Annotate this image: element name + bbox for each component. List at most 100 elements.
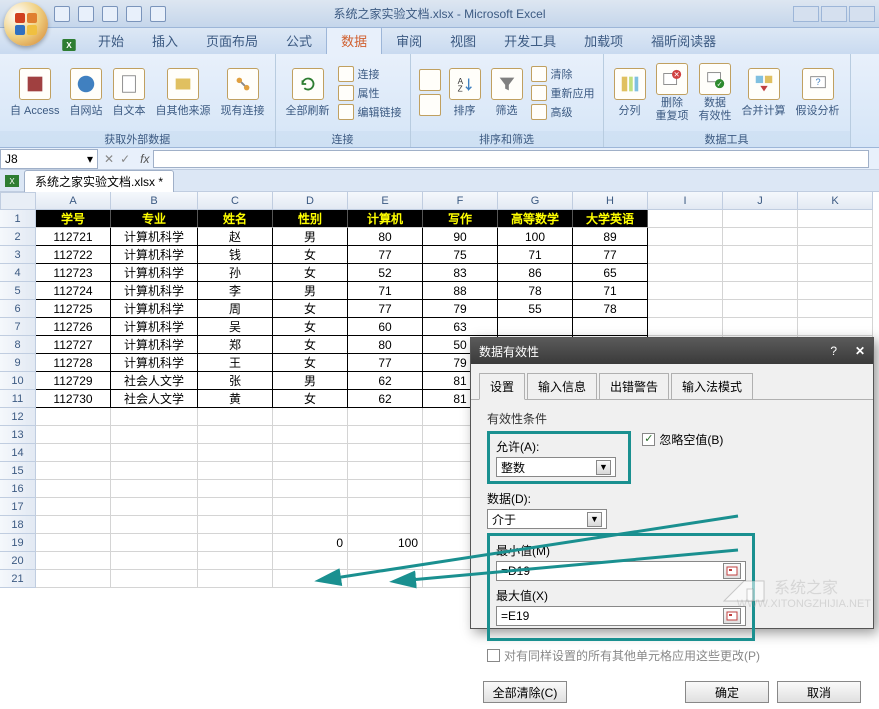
dialog-tab-input[interactable]: 输入信息 [527,373,597,400]
formula-input[interactable] [153,150,869,168]
cell[interactable] [36,534,111,552]
cell[interactable] [723,282,798,300]
cell[interactable]: 80 [348,336,423,354]
dialog-tab-ime[interactable]: 输入法模式 [671,373,753,400]
col-header-G[interactable]: G [498,192,573,210]
tab-pagelayout[interactable]: 页面布局 [192,27,272,54]
cell[interactable] [348,444,423,462]
qat-more-icon[interactable] [150,6,166,22]
cell[interactable] [36,462,111,480]
cell[interactable] [648,246,723,264]
qat-print-icon[interactable] [126,6,142,22]
cell[interactable]: 62 [348,372,423,390]
clear-filter-button[interactable]: 清除 [529,65,597,83]
row-header[interactable]: 7 [0,318,36,336]
col-header-K[interactable]: K [798,192,873,210]
cell[interactable] [573,318,648,336]
cell[interactable] [198,516,273,534]
cancel-button[interactable]: 取消 [777,681,861,703]
cell[interactable]: 女 [273,336,348,354]
cell[interactable]: 黄 [198,390,273,408]
cell[interactable]: 112726 [36,318,111,336]
cell[interactable] [198,462,273,480]
cell[interactable] [36,516,111,534]
cell[interactable]: 75 [423,246,498,264]
cell[interactable]: 钱 [198,246,273,264]
cell[interactable] [198,408,273,426]
properties-button[interactable]: 属性 [336,84,404,102]
cell[interactable] [648,210,723,228]
cell[interactable] [111,408,198,426]
cell[interactable] [648,228,723,246]
cell[interactable] [36,570,111,588]
cell[interactable] [273,408,348,426]
cancel-icon[interactable]: ✕ [104,152,114,166]
cell[interactable] [723,318,798,336]
cell[interactable]: 112725 [36,300,111,318]
sort-button[interactable]: AZ排序 [445,66,485,120]
col-header-H[interactable]: H [573,192,648,210]
edit-links-button[interactable]: 编辑链接 [336,103,404,121]
cell[interactable]: 112722 [36,246,111,264]
cell[interactable]: 112728 [36,354,111,372]
cell[interactable] [348,462,423,480]
row-header[interactable]: 1 [0,210,36,228]
cell[interactable]: 写作 [423,210,498,228]
cell[interactable] [111,444,198,462]
cell[interactable] [798,210,873,228]
existing-conn-button[interactable]: 现有连接 [217,66,269,120]
cell[interactable] [111,462,198,480]
cell[interactable]: 55 [498,300,573,318]
accept-icon[interactable]: ✓ [120,152,130,166]
advanced-button[interactable]: 高级 [529,103,597,121]
cell[interactable]: 112729 [36,372,111,390]
data-validation-button[interactable]: ✓数据有效性 [695,61,736,123]
cell[interactable]: 77 [348,246,423,264]
cell[interactable] [798,246,873,264]
row-header[interactable]: 11 [0,390,36,408]
cell[interactable]: 0 [273,534,348,552]
cell[interactable] [198,570,273,588]
from-web-button[interactable]: 自网站 [66,66,107,120]
col-header-J[interactable]: J [723,192,798,210]
cell[interactable] [498,318,573,336]
cell[interactable] [723,264,798,282]
row-header[interactable]: 19 [0,534,36,552]
cell[interactable] [348,498,423,516]
cell[interactable] [36,408,111,426]
ignore-blank-checkbox[interactable]: ✓忽略空值(B) [642,431,723,448]
text-to-columns-button[interactable]: 分列 [610,66,650,120]
office-button[interactable] [4,2,48,46]
cell[interactable] [36,480,111,498]
sort-asc-button[interactable] [417,68,443,92]
cell[interactable]: 计算机科学 [111,300,198,318]
cell[interactable] [798,228,873,246]
col-header-D[interactable]: D [273,192,348,210]
row-header[interactable]: 15 [0,462,36,480]
cell[interactable] [198,444,273,462]
from-text-button[interactable]: 自文本 [109,66,150,120]
cell[interactable]: 赵 [198,228,273,246]
row-header[interactable]: 4 [0,264,36,282]
tab-foxit[interactable]: 福昕阅读器 [637,27,730,54]
qat-save-icon[interactable] [54,6,70,22]
cell[interactable] [798,300,873,318]
cell[interactable]: 78 [573,300,648,318]
cell[interactable]: 77 [348,300,423,318]
name-box[interactable]: J8▾ [0,149,98,169]
col-header-I[interactable]: I [648,192,723,210]
dialog-tab-settings[interactable]: 设置 [479,373,525,400]
connections-button[interactable]: 连接 [336,65,404,83]
cell[interactable]: 86 [498,264,573,282]
cell[interactable]: 112721 [36,228,111,246]
row-header[interactable]: 14 [0,444,36,462]
row-header[interactable]: 10 [0,372,36,390]
cell[interactable] [348,570,423,588]
cell[interactable]: 张 [198,372,273,390]
col-header-F[interactable]: F [423,192,498,210]
consolidate-button[interactable]: 合并计算 [738,66,790,120]
cell[interactable] [198,480,273,498]
cell[interactable] [273,552,348,570]
cell[interactable] [198,498,273,516]
minimize-button[interactable] [793,6,819,22]
